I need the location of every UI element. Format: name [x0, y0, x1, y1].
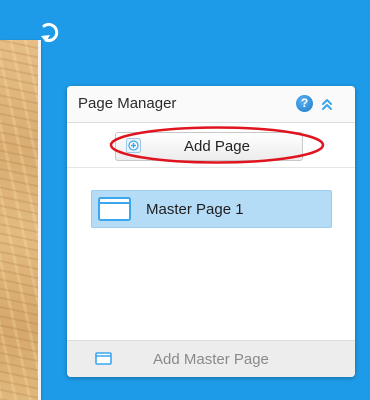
redo-icon[interactable] [36, 20, 64, 48]
chevron-double-up-icon[interactable] [320, 96, 334, 112]
help-icon[interactable]: ? [296, 95, 313, 112]
add-master-page-button[interactable]: Add Master Page [67, 340, 355, 377]
add-page-label: Add Page [184, 138, 250, 155]
add-master-page-label: Add Master Page [153, 351, 269, 368]
add-page-button[interactable]: Add Page [115, 132, 303, 161]
master-page-icon [95, 352, 112, 365]
page-item-master-page-1[interactable]: Master Page 1 [91, 190, 332, 228]
panel-header: Page Manager ? [67, 86, 355, 123]
page-item-label: Master Page 1 [146, 201, 244, 218]
page-thumbnail-icon [98, 197, 131, 221]
page-manager-panel: Page Manager ? Add Page Master Page 1 Ad… [67, 86, 355, 377]
canvas-wood-edge [0, 40, 41, 400]
panel-title: Page Manager [78, 95, 177, 112]
page-list: Master Page 1 [67, 168, 355, 340]
add-page-row: Add Page [67, 123, 355, 168]
